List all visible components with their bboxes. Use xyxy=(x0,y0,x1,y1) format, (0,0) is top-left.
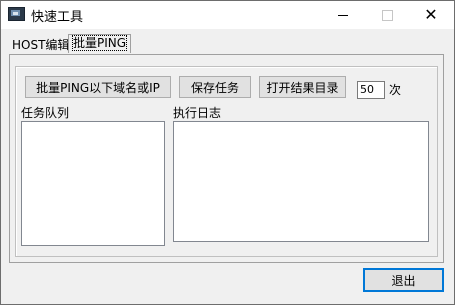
maximize-button xyxy=(365,1,409,29)
task-queue-textarea[interactable] xyxy=(21,121,165,246)
ping-count-unit: 次 xyxy=(389,83,402,97)
open-result-folder-button[interactable]: 打开结果目录 xyxy=(259,76,346,98)
execution-log-label: 执行日志 xyxy=(173,106,222,120)
batch-ping-panel: 批量PING以下域名或IP 保存任务 打开结果目录 50 次 任务队列 执行日志 xyxy=(9,54,444,263)
tab-batch-ping[interactable]: 批量PING xyxy=(68,34,132,53)
execution-log-textarea[interactable] xyxy=(173,121,429,242)
app-window: 快速工具 ✕ HOST编辑 批量PING 批量PING以下域名或IP 保存任务 … xyxy=(0,0,455,305)
task-queue-label: 任务队列 xyxy=(21,106,70,120)
tab-host-edit-label: HOST编辑 xyxy=(12,38,70,52)
tab-host-edit[interactable]: HOST编辑 xyxy=(9,37,72,54)
minimize-icon xyxy=(338,14,348,16)
title-bar[interactable]: 快速工具 ✕ xyxy=(1,1,454,29)
tab-batch-ping-label: 批量PING xyxy=(71,35,128,51)
app-icon xyxy=(8,7,25,21)
ping-count-input[interactable]: 50 xyxy=(357,81,385,99)
window-title: 快速工具 xyxy=(31,10,84,25)
minimize-button[interactable] xyxy=(321,1,365,29)
exit-button[interactable]: 退出 xyxy=(363,268,444,292)
close-icon: ✕ xyxy=(424,5,438,24)
ping-group-box: 批量PING以下域名或IP 保存任务 打开结果目录 50 次 任务队列 执行日志 xyxy=(15,66,438,257)
close-button[interactable]: ✕ xyxy=(409,1,453,29)
maximize-icon xyxy=(381,9,393,21)
batch-ping-button[interactable]: 批量PING以下域名或IP xyxy=(25,76,171,98)
save-task-button[interactable]: 保存任务 xyxy=(179,76,251,98)
